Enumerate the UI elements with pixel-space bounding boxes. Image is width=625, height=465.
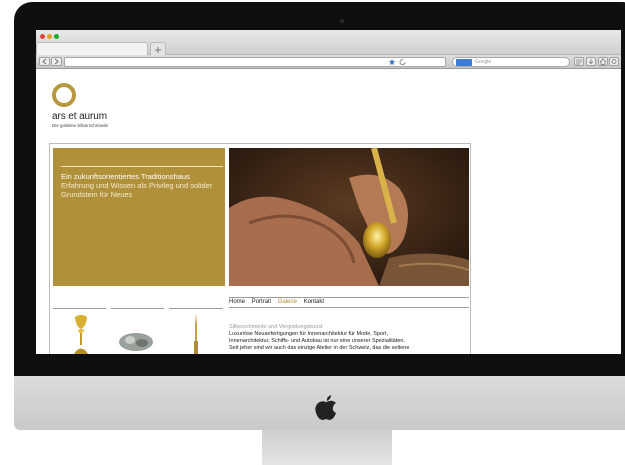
web-page: ars et aurum Die goldene Silberschmiede … <box>36 70 621 354</box>
forward-button[interactable] <box>51 57 62 66</box>
tab-active[interactable] <box>36 42 148 55</box>
settings-icon <box>611 59 617 64</box>
divider <box>61 166 223 167</box>
divider <box>111 308 164 309</box>
reader-button[interactable] <box>574 57 584 66</box>
tab-strip <box>36 42 621 55</box>
craftsman-hands-image <box>229 148 469 286</box>
nav-portrait[interactable]: Portrait <box>252 299 271 305</box>
nav-galerie[interactable]: Galerie <box>278 299 297 305</box>
search-icon <box>456 59 472 66</box>
spire-image <box>194 313 198 354</box>
divider <box>169 308 223 309</box>
nav-home[interactable]: Home <box>229 299 245 305</box>
hero-text: Erfahrung und Wissen als Privileg und so… <box>61 181 213 199</box>
divider <box>53 308 106 309</box>
new-tab-button[interactable] <box>150 42 166 55</box>
chalice-thumbnail[interactable] <box>71 313 91 354</box>
reload-icon <box>399 59 406 65</box>
site-navigation: Home Portrait Galerie Kontakt <box>229 297 469 308</box>
logo-ring-icon[interactable] <box>52 83 76 107</box>
close-window-button[interactable] <box>40 34 45 39</box>
home-icon <box>599 58 607 65</box>
hero-text-panel: Ein zukunftsorientiertes Traditionshaus … <box>53 148 225 286</box>
download-icon <box>588 59 594 65</box>
nav-kontakt[interactable]: Kontakt <box>304 299 324 305</box>
imac-mockup: Google ars et aurum Die goldene Silbersc… <box>0 0 625 465</box>
silver-ornament-image <box>119 333 153 351</box>
body-text: Luxuriöse Neuanfertigungen für Innenarch… <box>229 331 469 352</box>
hero-heading: Ein zukunftsorientiertes Traditionshaus <box>61 172 190 181</box>
body-line: Luxuriöse Neuanfertigungen für Innenarch… <box>229 331 388 337</box>
reader-icon <box>576 59 582 65</box>
bookmark-icon <box>389 59 395 65</box>
forward-icon <box>54 58 59 65</box>
site-tagline: Die goldene Silberschmiede <box>52 123 109 128</box>
hero-photo <box>229 148 469 286</box>
address-bar[interactable] <box>64 57 446 67</box>
back-button[interactable] <box>39 57 50 66</box>
chalice-image <box>74 315 88 354</box>
body-line: Innenarchitektur, Schiffs- und Autobau i… <box>229 338 406 344</box>
download-button[interactable] <box>586 57 596 66</box>
back-icon <box>42 58 47 65</box>
settings-button[interactable] <box>609 57 619 66</box>
browser-toolbar: Google <box>36 55 621 69</box>
title-bar <box>36 30 621 55</box>
search-field[interactable]: Google <box>452 57 570 67</box>
home-button[interactable] <box>598 57 608 66</box>
apple-logo-icon <box>315 395 336 420</box>
spire-thumbnail[interactable] <box>191 313 201 354</box>
camera-icon <box>340 19 344 23</box>
browser-window: Google ars et aurum Die goldene Silbersc… <box>36 30 621 354</box>
site-brand[interactable]: ars et aurum <box>52 111 107 122</box>
body-line: Seit jeher sind wir auch das einzige Ate… <box>229 345 410 351</box>
search-placeholder: Google <box>475 59 492 65</box>
ornament-thumbnail[interactable] <box>118 328 154 354</box>
monitor-stand <box>262 430 392 465</box>
section-title: Silberschmiede und Vergoldungskunst <box>229 324 323 330</box>
minimize-window-button[interactable] <box>47 34 52 39</box>
zoom-window-button[interactable] <box>54 34 59 39</box>
